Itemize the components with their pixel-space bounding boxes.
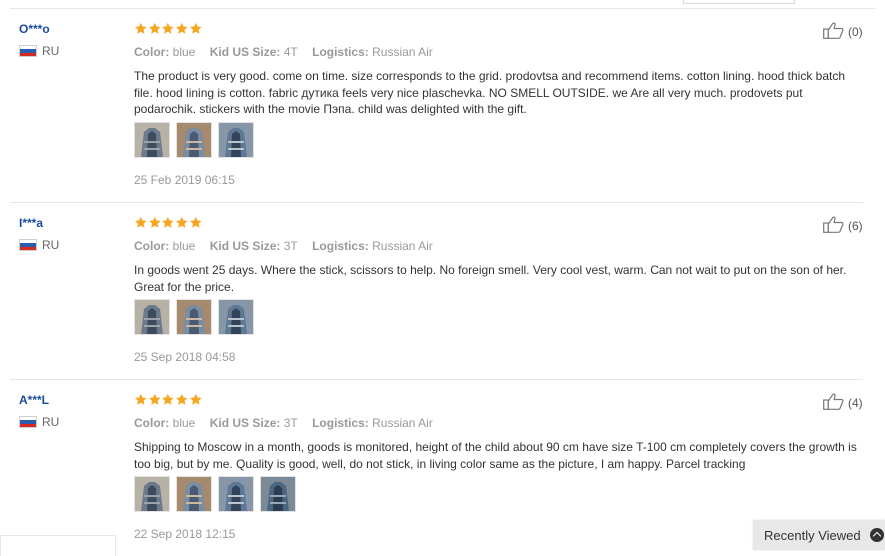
- review-photo-thumbnail[interactable]: [134, 122, 170, 158]
- review-date: 25 Sep 2018 04:58: [134, 350, 236, 364]
- thumbs-up-icon[interactable]: [823, 393, 848, 413]
- reviewer-country: RU: [19, 415, 59, 429]
- recently-viewed-label[interactable]: Recently Viewed: [764, 528, 861, 543]
- like-count: (4): [848, 396, 863, 410]
- order-attributes: Color: blue Kid US Size: 3T Logistics: R…: [134, 416, 444, 430]
- color-label: Color:: [134, 45, 170, 59]
- recently-viewed-bar[interactable]: Recently Viewed: [753, 520, 885, 550]
- review-text: In goods went 25 days. Where the stick, …: [134, 263, 847, 294]
- color-value: blue: [172, 239, 196, 253]
- star-icon: [189, 22, 202, 34]
- reviewer-name[interactable]: A***L: [19, 393, 49, 407]
- reviewer-name[interactable]: O***o: [19, 22, 50, 36]
- review-divider: [10, 379, 863, 380]
- color-label: Color:: [134, 416, 170, 430]
- logistics-label: Logistics:: [312, 416, 369, 430]
- star-icon: [176, 393, 188, 405]
- star-icon: [135, 22, 147, 34]
- review-photo-thumbnail[interactable]: [134, 299, 170, 335]
- sort-dropdown-edge[interactable]: [683, 0, 795, 4]
- star-icon: [148, 216, 161, 228]
- star-icon: [148, 393, 161, 405]
- size-value: 4T: [283, 45, 298, 59]
- star-icon: [148, 22, 161, 34]
- reviewer-country: RU: [19, 238, 59, 252]
- like-count: (6): [848, 219, 863, 233]
- review-photo-thumbnail[interactable]: [260, 476, 296, 512]
- star-icon: [189, 216, 202, 228]
- size-value: 3T: [283, 416, 298, 430]
- top-divider: [10, 8, 876, 9]
- size-label: Kid US Size:: [209, 239, 281, 253]
- reviewer-country: RU: [19, 44, 59, 58]
- color-value: blue: [172, 45, 196, 59]
- star-icon: [135, 393, 147, 405]
- russia-flag-icon: [19, 416, 37, 428]
- country-code: RU: [42, 415, 60, 429]
- star-icon: [176, 22, 188, 34]
- country-code: RU: [42, 44, 60, 58]
- like-count: (0): [848, 25, 863, 39]
- review-photo-thumbnail[interactable]: [218, 476, 254, 512]
- logistics-label: Logistics:: [312, 239, 369, 253]
- star-icon: [176, 216, 188, 228]
- russia-flag-icon: [19, 45, 37, 57]
- review-item: I***a RU Color: blue Kid US Size: 3T Log…: [0, 216, 885, 366]
- like-button[interactable]: (0): [823, 22, 863, 42]
- rating-stars: [134, 22, 202, 35]
- review-photo-thumbnail[interactable]: [176, 299, 212, 335]
- review-photos: [134, 476, 302, 512]
- color-value: blue: [172, 416, 196, 430]
- review-item: O***o RU Color: blue Kid US Size: 4T Log…: [0, 22, 885, 202]
- star-icon: [162, 393, 174, 405]
- thumbs-up-icon[interactable]: [823, 22, 848, 42]
- review-photos: [134, 122, 260, 158]
- star-icon: [162, 22, 174, 34]
- order-attributes: Color: blue Kid US Size: 3T Logistics: R…: [134, 239, 444, 253]
- logistics-label: Logistics:: [312, 45, 369, 59]
- review-photo-thumbnail[interactable]: [176, 122, 212, 158]
- chevron-up-icon[interactable]: [869, 528, 884, 542]
- logistics-value: Russian Air: [372, 416, 433, 430]
- size-label: Kid US Size:: [209, 416, 281, 430]
- rating-stars: [134, 216, 202, 229]
- star-icon: [162, 216, 174, 228]
- review-photos: [134, 299, 260, 335]
- review-photo-thumbnail[interactable]: [134, 476, 170, 512]
- star-icon: [189, 393, 202, 405]
- review-text: Shipping to Moscow in a month, goods is …: [134, 440, 857, 471]
- order-attributes: Color: blue Kid US Size: 4T Logistics: R…: [134, 45, 444, 59]
- rating-stars: [134, 393, 202, 406]
- logistics-value: Russian Air: [372, 239, 433, 253]
- like-button[interactable]: (4): [823, 393, 863, 413]
- logistics-value: Russian Air: [372, 45, 433, 59]
- review-photo-thumbnail[interactable]: [218, 299, 254, 335]
- size-value: 3T: [283, 239, 298, 253]
- like-button[interactable]: (6): [823, 216, 863, 236]
- color-label: Color:: [134, 239, 170, 253]
- review-text: The product is very good. come on time. …: [134, 69, 846, 116]
- review-divider: [10, 202, 863, 203]
- thumbs-up-icon[interactable]: [823, 216, 848, 236]
- feedback-box-edge: [0, 535, 116, 556]
- review-date: 22 Sep 2018 12:15: [134, 527, 236, 541]
- review-photo-thumbnail[interactable]: [176, 476, 212, 512]
- russia-flag-icon: [19, 239, 37, 251]
- reviewer-name[interactable]: I***a: [19, 216, 43, 230]
- review-photo-thumbnail[interactable]: [218, 122, 254, 158]
- review-date: 25 Feb 2019 06:15: [134, 173, 235, 187]
- size-label: Kid US Size:: [209, 45, 281, 59]
- star-icon: [135, 216, 147, 228]
- country-code: RU: [42, 238, 60, 252]
